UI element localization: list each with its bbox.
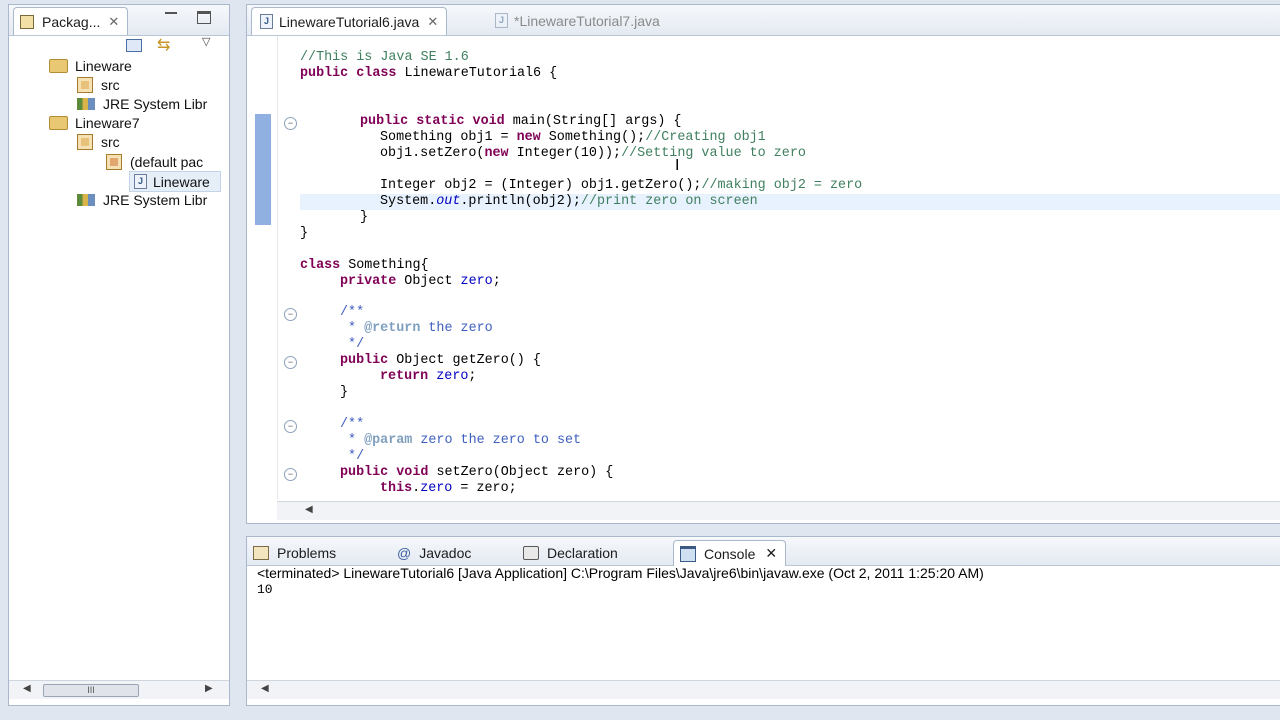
library-icon bbox=[77, 97, 95, 110]
fold-toggle-icon[interactable]: − bbox=[284, 420, 297, 433]
fold-toggle-icon[interactable]: − bbox=[284, 117, 297, 130]
minimize-icon[interactable] bbox=[165, 10, 177, 14]
scroll-right-icon[interactable]: ▶ bbox=[205, 683, 213, 694]
tab-console[interactable]: Console ✕ bbox=[673, 540, 787, 566]
package-explorer-panel: Packag... ✕ ⇆ ▽ Lineware src JRE System … bbox=[8, 4, 230, 706]
bottom-panel-tabbar: Problems @ Javadoc Declaration Console ✕ bbox=[247, 537, 1280, 566]
code-line: } bbox=[300, 226, 309, 241]
package-explorer-tabbar: Packag... ✕ bbox=[9, 5, 229, 36]
tab-declaration[interactable]: Declaration bbox=[523, 540, 618, 565]
scroll-thumb[interactable]: III bbox=[43, 684, 139, 697]
library-icon bbox=[77, 193, 95, 206]
code-line: * @param zero the zero to set bbox=[340, 433, 582, 448]
fold-toggle-icon[interactable]: − bbox=[284, 308, 297, 321]
console-status-line: <terminated> LinewareTutorial6 [Java App… bbox=[257, 565, 984, 581]
code-line: * @return the zero bbox=[340, 321, 493, 336]
tree-item-label: src bbox=[101, 133, 120, 150]
fold-toggle-icon[interactable]: − bbox=[284, 468, 297, 481]
tree-item-label: JRE System Libr bbox=[103, 191, 208, 208]
code-line: return zero; bbox=[380, 369, 477, 384]
code-line: public Object getZero() { bbox=[340, 353, 541, 368]
declaration-icon bbox=[523, 545, 539, 560]
tab-label: Console bbox=[704, 545, 756, 562]
maximize-icon[interactable] bbox=[197, 11, 211, 24]
fold-toggle-icon[interactable]: − bbox=[284, 356, 297, 369]
code-line: */ bbox=[340, 337, 365, 352]
code-line: } bbox=[340, 385, 349, 400]
tree-item-src[interactable]: src bbox=[77, 132, 120, 151]
javadoc-icon: @ bbox=[397, 544, 412, 561]
code-line: Something obj1 = new Something();//Creat… bbox=[380, 130, 766, 145]
code-line: //This is Java SE 1.6 bbox=[300, 50, 469, 65]
tree-item-src[interactable]: src bbox=[77, 75, 120, 94]
scroll-left-icon[interactable]: ◀ bbox=[305, 504, 313, 515]
tree-item-label: src bbox=[101, 76, 120, 93]
scroll-left-icon[interactable]: ◀ bbox=[261, 683, 269, 694]
tree-item-label: (default pac bbox=[130, 153, 204, 170]
code-line: public class LinewareTutorial6 { bbox=[300, 66, 558, 81]
code-line: this.zero = zero; bbox=[380, 481, 517, 496]
tab-label: Javadoc bbox=[419, 544, 472, 561]
tab-label: Problems bbox=[277, 544, 337, 561]
collapse-all-icon[interactable] bbox=[126, 39, 142, 52]
code-line: obj1.setZero(new Integer(10));//Setting … bbox=[380, 146, 806, 161]
tree-item-label: Lineware bbox=[75, 57, 132, 74]
text-cursor-icon: I bbox=[675, 157, 680, 174]
code-line: */ bbox=[340, 449, 365, 464]
source-folder-icon bbox=[77, 133, 93, 150]
package-explorer-hscrollbar[interactable]: ◀ III ▶ bbox=[9, 680, 229, 699]
console-output: 10 bbox=[257, 582, 273, 597]
project-icon bbox=[49, 58, 68, 73]
java-file-icon: J bbox=[134, 174, 147, 189]
tree-item-java-file[interactable]: J Lineware bbox=[129, 171, 221, 192]
console-icon bbox=[680, 545, 696, 562]
java-editor-panel: J LinewareTutorial6.java ✕ J *LinewareTu… bbox=[246, 4, 1280, 524]
bottom-panel: Problems @ Javadoc Declaration Console ✕… bbox=[246, 536, 1280, 706]
tab-package-explorer[interactable]: Packag... ✕ bbox=[13, 7, 129, 35]
tab-problems[interactable]: Problems bbox=[253, 540, 336, 565]
code-line: System.out.println(obj2);//print zero on… bbox=[380, 194, 758, 209]
view-menu-icon[interactable]: ▽ bbox=[202, 35, 210, 48]
code-line: /** bbox=[340, 305, 365, 320]
code-line: class Something{ bbox=[300, 258, 429, 273]
package-explorer-tab-label: Packag... bbox=[42, 13, 101, 30]
problems-icon bbox=[253, 545, 269, 560]
tree-item-default-package[interactable]: (default pac bbox=[106, 152, 203, 171]
code-line: public void setZero(Object zero) { bbox=[340, 465, 614, 480]
tree-item-jre-library[interactable]: JRE System Libr bbox=[77, 94, 207, 113]
code-line: /** bbox=[340, 417, 365, 432]
tree-item-label: Lineware7 bbox=[75, 114, 140, 131]
tree-item-label: Lineware bbox=[153, 173, 210, 190]
tab-label: Declaration bbox=[547, 544, 618, 561]
close-icon[interactable]: ✕ bbox=[108, 14, 119, 30]
tree-item-label: JRE System Libr bbox=[103, 95, 208, 112]
code-line: } bbox=[360, 210, 369, 225]
tab-javadoc[interactable]: @ Javadoc bbox=[397, 540, 471, 565]
editor-hscrollbar[interactable]: ◀ bbox=[277, 501, 1280, 520]
code-line: public static void main(String[] args) { bbox=[360, 114, 682, 129]
package-icon bbox=[106, 153, 122, 170]
code-area[interactable]: //This is Java SE 1.6 public class Linew… bbox=[247, 5, 1280, 499]
project-icon bbox=[49, 115, 68, 130]
tree-item-lineware[interactable]: Lineware bbox=[49, 56, 132, 75]
tree-item-jre-library[interactable]: JRE System Libr bbox=[77, 190, 207, 209]
scroll-left-icon[interactable]: ◀ bbox=[23, 683, 31, 694]
package-explorer-icon bbox=[20, 14, 34, 29]
link-with-editor-icon[interactable]: ⇆ bbox=[157, 35, 170, 55]
tree-item-lineware7[interactable]: Lineware7 bbox=[49, 113, 140, 132]
console-hscrollbar[interactable]: ◀ bbox=[247, 680, 1280, 699]
code-line: private Object zero; bbox=[340, 274, 501, 289]
code-line: Integer obj2 = (Integer) obj1.getZero();… bbox=[380, 178, 863, 193]
source-folder-icon bbox=[77, 76, 93, 93]
close-icon[interactable]: ✕ bbox=[765, 545, 777, 562]
